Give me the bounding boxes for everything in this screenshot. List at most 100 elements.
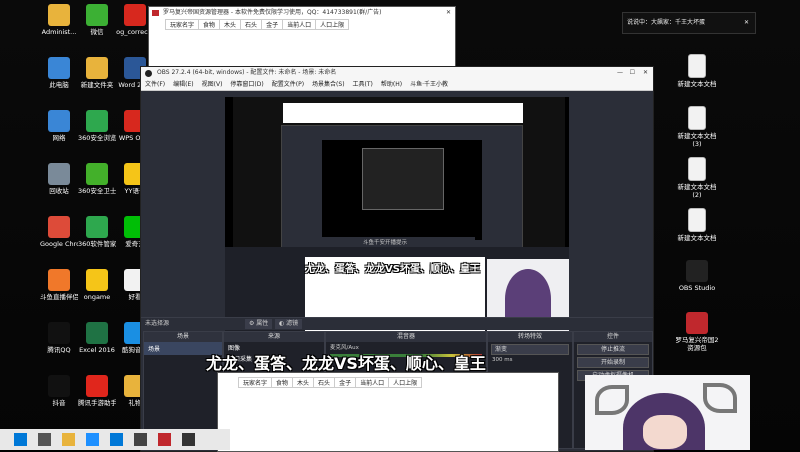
obs-logo-icon	[145, 70, 152, 77]
maximize-icon[interactable]: ☐	[630, 67, 635, 79]
desktop: Administ... 微信 og_correc... 此电脑 新建文件夹 Word 20…	[0, 0, 800, 452]
stream-subtitle: 尤龙、蛋答、龙龙VS坏蛋、顺心、皇王	[206, 354, 486, 373]
scenes-header: 场景	[144, 332, 222, 342]
properties-label: 属性	[256, 320, 269, 327]
shortcut-label: 新建文本文档	[677, 234, 717, 242]
shortcut-icon	[48, 269, 70, 291]
shortcut-icon	[48, 163, 70, 185]
column-header[interactable]: 石头	[313, 377, 336, 388]
column-header[interactable]: 人口上限	[315, 19, 350, 30]
desktop-shortcut[interactable]: 360安全卫士	[78, 163, 116, 195]
app3-icon[interactable]	[182, 433, 195, 446]
resource-manager-window-top[interactable]: 罗马复兴帝国资源管理器 - 本软件免费仅限学习使用，QQ：414733891(群…	[148, 6, 456, 72]
menu-item[interactable]: 视图(V)	[202, 81, 223, 88]
menu-item[interactable]: 编辑(E)	[173, 81, 193, 88]
edge-icon[interactable]	[86, 433, 99, 446]
desktop-shortcut[interactable]: 新建文本文档	[674, 208, 720, 242]
column-header[interactable]: 食物	[271, 377, 294, 388]
desktop-shortcut[interactable]: 360软件管家	[78, 216, 116, 248]
window-titlebar[interactable]: 罗马复兴帝国资源管理器 - 本软件免费仅限学习使用，QQ：414733891(群…	[149, 7, 455, 19]
column-header[interactable]: 人口上限	[388, 377, 423, 388]
nested-preview	[322, 140, 482, 240]
app1-icon[interactable]	[134, 433, 147, 446]
menu-item[interactable]: 配置文件(P)	[272, 81, 304, 88]
desktop-shortcut[interactable]: 网络	[40, 110, 78, 142]
shortcut-icon	[86, 322, 108, 344]
shortcut-label: 新建文本文档 (2)	[677, 183, 717, 199]
column-header[interactable]: 当前人口	[282, 19, 317, 30]
store-icon[interactable]	[110, 433, 123, 446]
column-header[interactable]: 石头	[240, 19, 263, 30]
shortcut-icon	[86, 375, 108, 397]
shortcut-icon	[48, 322, 70, 344]
desktop-shortcut[interactable]: 罗马复兴帝国2资源包	[674, 312, 720, 352]
desktop-shortcut[interactable]: 新建文本文档	[674, 54, 720, 88]
menu-item[interactable]: 帮助(H)	[381, 81, 402, 88]
desktop-shortcut[interactable]: 斗鱼直播伴侣	[40, 269, 78, 301]
shortcut-label: ongame	[83, 293, 111, 301]
desktop-shortcut[interactable]: 回收站	[40, 163, 78, 195]
search-icon[interactable]	[38, 433, 51, 446]
shortcut-label: 此电脑	[49, 81, 69, 89]
controls-header: 控件	[574, 332, 652, 342]
minimize-icon[interactable]: —	[617, 67, 623, 79]
menu-item[interactable]: 停靠窗口(D)	[230, 81, 263, 88]
notification-popup[interactable]: 说说中：大飙家：千王大坏蛋 ✕	[622, 12, 756, 34]
column-header[interactable]: 玩家名字	[237, 377, 273, 388]
shortcut-label: 360软件管家	[78, 240, 116, 248]
transition-duration[interactable]: 300 ms	[488, 357, 572, 363]
desktop-shortcut[interactable]: Google Chrome	[40, 216, 78, 248]
transition-select[interactable]: 渐变	[491, 344, 569, 355]
column-header[interactable]: 木头	[292, 377, 315, 388]
desktop-shortcut[interactable]: 微信	[78, 4, 116, 36]
no-source-label: 未选择源	[145, 320, 170, 327]
shortcut-label: Google Chrome	[40, 240, 78, 248]
window-title: 罗马复兴帝国资源管理器 - 本软件免费仅限学习使用，QQ：414733891(群…	[163, 9, 382, 16]
desktop-shortcut[interactable]: 此电脑	[40, 57, 78, 89]
shortcut-icon	[86, 269, 108, 291]
menu-item[interactable]: 工具(T)	[353, 81, 373, 88]
column-header[interactable]: 当前人口	[355, 377, 390, 388]
column-header[interactable]: 金子	[334, 377, 357, 388]
close-icon[interactable]: ✕	[744, 13, 749, 33]
stop-streaming-button[interactable]: 停止推流	[577, 344, 649, 355]
transitions-header: 转场特效	[488, 332, 572, 342]
app2-icon[interactable]	[158, 433, 171, 446]
filters-label: 滤镜	[286, 320, 299, 327]
desktop-shortcut[interactable]: 新建文件夹	[78, 57, 116, 89]
column-header[interactable]: 木头	[219, 19, 242, 30]
desktop-shortcut[interactable]: Excel 2016	[78, 322, 116, 354]
avatar-horn-left	[595, 385, 629, 415]
desktop-shortcut[interactable]: 360安全浏览器	[78, 110, 116, 142]
start-recording-button[interactable]: 开始录制	[577, 357, 649, 368]
resource-manager-window-bottom[interactable]: 玩家名字 食物 木头 石头 金子 当前人口 人口上限	[217, 372, 559, 452]
desktop-shortcut[interactable]: 腾讯QQ	[40, 322, 78, 354]
file-explorer-icon[interactable]	[62, 433, 75, 446]
menu-item[interactable]: 斗鱼·千王小教	[410, 81, 448, 88]
shortcut-icon	[686, 260, 708, 282]
filters-button[interactable]: ◐ 滤镜	[275, 319, 303, 329]
shortcut-icon	[688, 208, 706, 232]
obs-preview[interactable]: 斗鱼千安开播提示 尤龙、蛋答、龙龙VS坏蛋、顺心、皇王	[225, 97, 569, 340]
desktop-shortcut[interactable]: OBS Studio	[674, 260, 720, 292]
desktop-shortcut[interactable]: 新建文本文档 (2)	[674, 157, 720, 199]
properties-button[interactable]: ⚙ 属性	[245, 319, 273, 329]
desktop-shortcut[interactable]: 抖音	[40, 375, 78, 407]
close-icon[interactable]: ✕	[643, 67, 648, 79]
column-header[interactable]: 食物	[198, 19, 221, 30]
desktop-shortcut[interactable]: 腾讯手游助手	[78, 375, 116, 407]
notification-text: 说说中：大飙家：千王大坏蛋	[627, 19, 706, 26]
shortcut-icon	[48, 110, 70, 132]
menu-item[interactable]: 文件(F)	[145, 81, 165, 88]
desktop-shortcut[interactable]: Administ...	[40, 4, 78, 36]
column-header[interactable]: 玩家名字	[164, 19, 200, 30]
column-header[interactable]: 金子	[261, 19, 284, 30]
desktop-shortcut[interactable]: 新建文本文档 (3)	[674, 106, 720, 148]
table-header-row: 玩家名字 食物 木头 石头 金子 当前人口 人口上限	[164, 19, 350, 30]
obs-titlebar[interactable]: OBS 27.2.4 (64-bit, windows) - 配置文件: 未命名…	[141, 67, 653, 79]
taskbar	[0, 429, 230, 450]
menu-item[interactable]: 场景集合(S)	[312, 81, 345, 88]
windows-start-icon[interactable]	[14, 433, 27, 446]
close-icon[interactable]: ✕	[446, 7, 451, 19]
desktop-shortcut[interactable]: ongame	[78, 269, 116, 301]
